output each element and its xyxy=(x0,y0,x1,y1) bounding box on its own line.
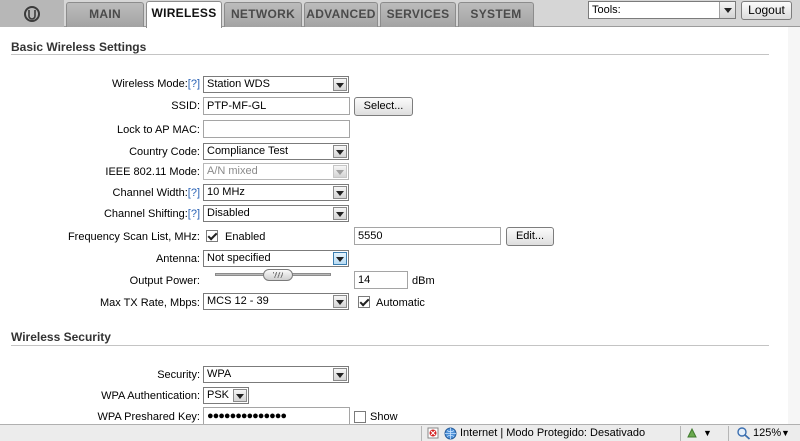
output-power-input[interactable]: 14 xyxy=(354,271,408,289)
wpa-key-show-checkbox[interactable] xyxy=(354,411,366,423)
output-power-unit: dBm xyxy=(412,275,435,287)
lock-ap-mac-input[interactable] xyxy=(203,120,350,138)
wpa-auth-value: PSK xyxy=(207,389,230,401)
security-select[interactable]: WPA xyxy=(203,366,349,383)
chevron-down-icon[interactable]: ▼ xyxy=(703,428,712,438)
tools-select-value: Tools: xyxy=(592,4,621,16)
wireless-mode-label-text: Wireless Mode: xyxy=(111,78,188,90)
antenna-label: Antenna: xyxy=(155,253,200,265)
chevron-down-icon xyxy=(333,145,347,158)
lock-ap-mac-label: Lock to AP MAC: xyxy=(117,124,200,136)
tab-wireless[interactable]: WIRELESS xyxy=(146,1,222,28)
chevron-down-icon xyxy=(333,252,347,265)
ieee-mode-label: IEEE 802.11 Mode: xyxy=(105,166,200,178)
section-title-security: Wireless Security xyxy=(11,330,111,344)
blocked-icon xyxy=(427,427,439,439)
channel-width-value: 10 MHz xyxy=(207,186,245,198)
max-tx-automatic-checkbox[interactable] xyxy=(358,296,370,308)
channel-shifting-label-text: Channel Shifting: xyxy=(103,208,188,220)
ieee-mode-select: A/N mixed xyxy=(203,163,349,180)
logout-button[interactable]: Logout xyxy=(741,1,792,20)
zoom-level[interactable]: 125% xyxy=(753,427,781,439)
zoom-icon[interactable] xyxy=(737,427,751,440)
ssid-select-button[interactable]: Select... xyxy=(354,97,413,116)
tab-services[interactable]: SERVICES xyxy=(380,2,456,27)
chevron-down-icon[interactable]: ▼ xyxy=(781,428,790,438)
logo-icon xyxy=(24,6,40,22)
wpa-key-label: WPA Preshared Key: xyxy=(97,411,200,423)
freq-scan-enabled-label: Enabled xyxy=(225,231,266,243)
wireless-mode-value: Station WDS xyxy=(207,78,270,90)
country-code-value: Compliance Test xyxy=(207,145,289,157)
output-power-label: Output Power: xyxy=(129,275,200,287)
output-power-slider-handle[interactable] xyxy=(263,269,293,281)
tab-system[interactable]: SYSTEM xyxy=(458,2,534,27)
section-title-basic: Basic Wireless Settings xyxy=(11,40,147,54)
scrollbar-vertical[interactable] xyxy=(788,27,800,424)
channel-shifting-help-link[interactable]: [?] xyxy=(188,208,200,220)
wireless-mode-help-link[interactable]: [?] xyxy=(188,78,200,90)
max-tx-rate-value: MCS 12 - 39 xyxy=(207,295,269,307)
chevron-down-icon xyxy=(333,78,347,91)
antenna-select[interactable]: Not specified xyxy=(203,250,349,267)
freq-scan-enabled-checkbox[interactable] xyxy=(206,230,218,242)
antenna-value: Not specified xyxy=(207,252,271,264)
security-value: WPA xyxy=(207,368,232,380)
chevron-down-icon xyxy=(333,207,347,220)
wpa-key-show-label: Show xyxy=(370,411,398,423)
freq-scan-input[interactable]: 5550 xyxy=(354,227,501,245)
channel-width-label: Channel Width:[?] xyxy=(113,187,200,199)
channel-shifting-label: Channel Shifting:[?] xyxy=(104,208,200,220)
ssid-label: SSID: xyxy=(171,100,200,112)
channel-width-help-link[interactable]: [?] xyxy=(188,187,200,199)
chevron-down-icon xyxy=(333,295,347,308)
country-code-select[interactable]: Compliance Test xyxy=(203,143,349,160)
section-divider xyxy=(11,54,769,55)
protected-mode-icon[interactable] xyxy=(686,427,700,439)
channel-width-label-text: Channel Width: xyxy=(112,187,188,199)
ubiquiti-logo xyxy=(0,0,64,27)
tab-main[interactable]: MAIN xyxy=(66,2,144,27)
status-separator xyxy=(680,426,681,441)
security-zone-text: Internet | Modo Protegido: Desativado xyxy=(460,427,646,439)
ssid-input[interactable]: PTP-MF-GL xyxy=(203,97,350,115)
chevron-down-icon xyxy=(333,368,347,381)
chevron-down-icon xyxy=(333,186,347,199)
freq-scan-edit-button[interactable]: Edit... xyxy=(506,227,554,246)
country-code-label: Country Code: xyxy=(129,146,200,158)
wpa-key-input[interactable]: ●●●●●●●●●●●●●● xyxy=(203,407,350,425)
section-divider xyxy=(11,345,769,346)
status-separator xyxy=(728,426,729,441)
wpa-auth-select[interactable]: PSK xyxy=(203,387,249,404)
max-tx-rate-label: Max TX Rate, Mbps: xyxy=(99,297,200,309)
channel-shifting-value: Disabled xyxy=(207,207,250,219)
security-label: Security: xyxy=(157,369,200,381)
channel-shifting-select[interactable]: Disabled xyxy=(203,205,349,222)
channel-width-select[interactable]: 10 MHz xyxy=(203,184,349,201)
ieee-mode-value: A/N mixed xyxy=(207,165,258,177)
top-nav-bar: MAIN WIRELESS NETWORK ADVANCED SERVICES … xyxy=(0,0,800,28)
tab-advanced[interactable]: ADVANCED xyxy=(304,2,378,27)
freq-scan-label: Frequency Scan List, MHz: xyxy=(67,231,200,243)
wpa-auth-label: WPA Authentication: xyxy=(101,390,200,402)
tab-network[interactable]: NETWORK xyxy=(224,2,302,27)
chevron-down-icon xyxy=(719,2,735,18)
globe-icon xyxy=(444,427,457,440)
tools-select[interactable]: Tools: xyxy=(588,1,736,19)
wireless-mode-select[interactable]: Station WDS xyxy=(203,76,349,93)
wireless-mode-label: Wireless Mode:[?] xyxy=(112,78,200,90)
status-separator xyxy=(421,426,422,441)
max-tx-rate-select[interactable]: MCS 12 - 39 xyxy=(203,293,349,310)
chevron-down-icon xyxy=(233,389,247,402)
browser-status-bar: Internet | Modo Protegido: Desativado ▼ … xyxy=(0,424,800,441)
chevron-down-icon xyxy=(333,165,347,178)
max-tx-automatic-label: Automatic xyxy=(376,297,425,309)
